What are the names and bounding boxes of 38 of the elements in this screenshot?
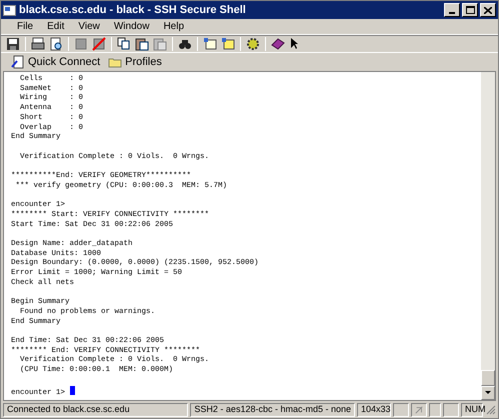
status-text: NUM — [461, 402, 483, 416]
status-panel — [429, 402, 441, 416]
menu-item[interactable]: Edit — [41, 19, 70, 34]
status-text: 104x33 — [357, 402, 391, 416]
maximize-button[interactable] — [462, 3, 478, 17]
save-icon[interactable] — [5, 36, 21, 52]
menu-item[interactable]: View — [72, 19, 106, 34]
document-icon — [11, 55, 25, 69]
window-title: black.cse.sc.edu - black - SSH Secure Shell — [19, 2, 247, 18]
close-button[interactable] — [480, 3, 496, 17]
file-transfer-icon[interactable] — [220, 36, 236, 52]
disconnect-icon[interactable] — [91, 36, 107, 52]
resize-grip-icon[interactable] — [485, 404, 496, 415]
menu-item[interactable]: File — [11, 19, 40, 34]
clipboard-icon[interactable] — [152, 36, 168, 52]
menu-item[interactable]: Window — [108, 19, 156, 34]
scroll-thumb[interactable] — [481, 370, 495, 386]
new-terminal-icon[interactable] — [202, 36, 218, 52]
status-panel — [443, 402, 459, 416]
status-panel — [393, 402, 409, 416]
copy-icon[interactable] — [116, 36, 132, 52]
status-text: Connected to black.cse.sc.edu — [3, 402, 188, 416]
profiles-button[interactable]: Profiles — [106, 54, 164, 70]
text-cursor — [70, 386, 75, 394]
terminal-app-icon — [3, 4, 16, 16]
scrollbar[interactable] — [481, 72, 495, 400]
status-text: SSH2 - aes128-cbc - hmac-md5 - none — [190, 402, 355, 416]
minimize-button[interactable] — [444, 3, 460, 17]
print-preview-icon[interactable] — [48, 36, 64, 52]
paste-icon[interactable] — [134, 36, 150, 52]
caret-down-icon — [485, 391, 491, 395]
close-icon — [484, 6, 492, 14]
gear-icon[interactable] — [245, 36, 261, 52]
print-icon[interactable] — [30, 36, 46, 52]
quick-connect-button[interactable]: Quick Connect — [9, 54, 102, 70]
network-icon — [415, 404, 423, 414]
menu-item[interactable]: Help — [157, 19, 190, 34]
scroll-down-button[interactable] — [481, 386, 495, 400]
